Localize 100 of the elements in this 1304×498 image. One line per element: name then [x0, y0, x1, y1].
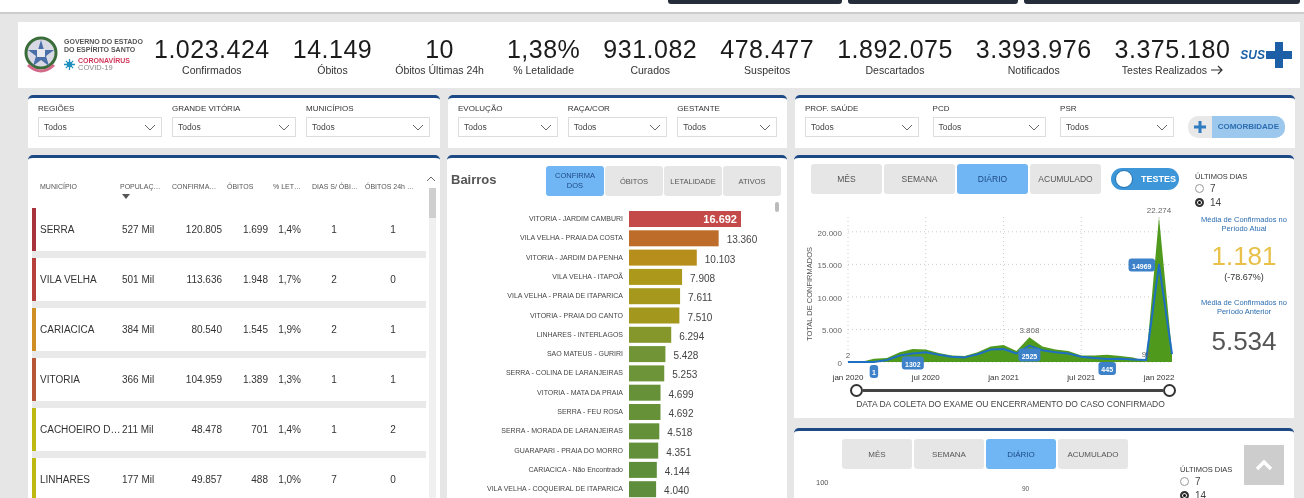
dropdown[interactable]: Todos: [1060, 117, 1174, 137]
kpi-label: Óbitos Últimas 24h: [395, 64, 484, 76]
x-tick-label: jan 2021: [988, 373, 1019, 382]
table-cell-text: 1,0%: [277, 474, 301, 485]
table-row[interactable]: SERRA 527 Mil 120.805 1.699 1,4% 1 1: [32, 208, 426, 258]
filter-label: PCD: [932, 104, 951, 113]
dropdown[interactable]: Todos: [172, 117, 296, 137]
table-cell-text: 1,4%: [277, 224, 301, 235]
data-label: 2: [845, 351, 851, 360]
table-cell-text: CACHOEIRO D…: [39, 424, 120, 435]
arrow-right-icon[interactable]: [1211, 65, 1224, 75]
kpi-label: Suspeitos: [744, 64, 791, 76]
table-cell-text: 80.540: [190, 324, 222, 335]
filter-label: GRANDE VITÓRIA: [172, 104, 242, 113]
table-row[interactable]: VITORIA 366 Mil 104.959 1.389 1,3% 1 1: [32, 358, 426, 408]
data-label: 4.144: [664, 465, 690, 477]
data-label: 4.351: [666, 446, 692, 458]
dropdown[interactable]: Todos: [38, 117, 162, 137]
virus-icon: [64, 59, 75, 70]
table-cell-text: 488: [250, 474, 268, 485]
bar: [629, 307, 680, 324]
data-label: 7.611: [688, 292, 713, 304]
bar: [629, 268, 683, 285]
period-tab[interactable]: DIÁRIO: [957, 164, 1028, 194]
period-tab[interactable]: MÊS: [811, 164, 882, 194]
data-label: 6.294: [679, 330, 705, 342]
table-cell-text: 0: [389, 274, 397, 285]
chevron-down-icon: [1155, 123, 1168, 131]
period-tab[interactable]: DIÁRIO: [986, 439, 1056, 469]
filter-label: PSR: [1060, 104, 1078, 113]
sus-logo: SUS: [1240, 42, 1292, 68]
period-tab[interactable]: MÊS: [842, 439, 912, 469]
chevron-down-icon: [1028, 123, 1041, 131]
y-tick-label: 10.000: [817, 293, 842, 303]
kpi-value: 1.892.075: [837, 34, 953, 64]
kpi-value: 931.082: [603, 34, 698, 64]
bar: [629, 365, 665, 382]
data-label: 4.699: [668, 388, 694, 400]
table-row[interactable]: CACHOEIRO D…211 Mil 48.478 701 1,4% 1 2: [32, 408, 426, 458]
x-tick-label: jul 2020: [911, 373, 940, 382]
kpi-value: 3.375.180: [1114, 34, 1231, 64]
period-tab[interactable]: ACUMULADO: [1058, 439, 1128, 469]
data-label: 22.274: [1146, 206, 1172, 215]
filter-label: REGIÕES: [38, 104, 76, 113]
table-cell-text: 1.545: [241, 324, 268, 335]
kpi-value: 1.023.424: [154, 34, 270, 64]
filter-label: MUNICÍPIOS: [306, 104, 355, 113]
dropdown[interactable]: Todos: [805, 117, 919, 137]
axis-title: DATA DA COLETA DO EXAME OU ENCERRAMENTO DO CASO CONFIRMADO: [856, 399, 1165, 409]
filter-label: EVOLUÇÃO: [458, 104, 504, 113]
table-row[interactable]: CARIACICA 384 Mil 80.540 1.545 1,9% 2 1: [32, 308, 426, 358]
table-cell-text: 1: [330, 374, 338, 385]
caret-up-icon: [1255, 459, 1273, 471]
kpi-value: 10: [425, 34, 454, 64]
radio-option[interactable]: 7: [1180, 474, 1233, 488]
table-cell-text: 1,4%: [277, 424, 301, 435]
scroll-to-top-button[interactable]: [1244, 445, 1284, 485]
dropdown[interactable]: Todos: [932, 117, 1047, 137]
table-cell-text: 501 Mil: [121, 274, 156, 285]
data-label: 5.428: [673, 350, 699, 362]
table-cell-text: 49.857: [190, 474, 222, 485]
bar: [629, 249, 697, 266]
table-cell-text: 1.699: [241, 224, 268, 235]
radio-option[interactable]: 14: [1195, 195, 1222, 209]
caret-up-icon[interactable]: [427, 176, 435, 181]
data-label: 13.360: [726, 234, 758, 246]
period-tab[interactable]: ACUMULADO: [1030, 164, 1101, 194]
kpi-label: Óbitos: [317, 64, 348, 76]
stat-value: 1.181: [1211, 241, 1277, 272]
radio-option[interactable]: 7: [1195, 181, 1216, 195]
dropdown[interactable]: Todos: [677, 117, 777, 137]
table-cell-text: 1.389: [241, 374, 268, 385]
dropdown[interactable]: Todos: [306, 117, 430, 137]
y-tick-label: 20.000: [817, 228, 842, 238]
bar: [629, 288, 681, 305]
table-cell-text: 1: [330, 424, 338, 435]
y-tick-label: 5.000: [821, 326, 842, 336]
date-range-slider[interactable]: [849, 384, 1176, 397]
bar: [629, 461, 657, 478]
y-tick-label: 15.000: [817, 261, 842, 271]
kpi-label: Notificados: [1007, 64, 1060, 76]
data-label: 4.518: [667, 427, 693, 439]
table-cell-text: 7: [330, 474, 338, 485]
table-cell-text: 177 Mil: [121, 474, 156, 485]
table-cell-text: VILA VELHA: [39, 274, 98, 285]
dropdown[interactable]: Todos: [567, 117, 668, 137]
scrollbar[interactable]: [429, 188, 436, 498]
radio-option[interactable]: 14: [1180, 488, 1233, 498]
chevron-down-icon: [412, 123, 424, 131]
panel-title: Bairros: [451, 172, 497, 187]
dropdown[interactable]: Todos: [458, 117, 558, 137]
bar: [629, 481, 657, 498]
scrollbar[interactable]: [775, 202, 779, 212]
table-cell-text: 1,3%: [277, 374, 301, 385]
period-tab[interactable]: SEMANA: [884, 164, 955, 194]
table-cell-text: 2: [330, 324, 338, 335]
period-tab[interactable]: SEMANA: [914, 439, 984, 469]
table-cell-text: 48.478: [190, 424, 222, 435]
table-row[interactable]: VILA VELHA 501 Mil 113.636 1.948 1,7% 2 0: [32, 258, 426, 308]
chevron-down-icon: [144, 123, 156, 131]
